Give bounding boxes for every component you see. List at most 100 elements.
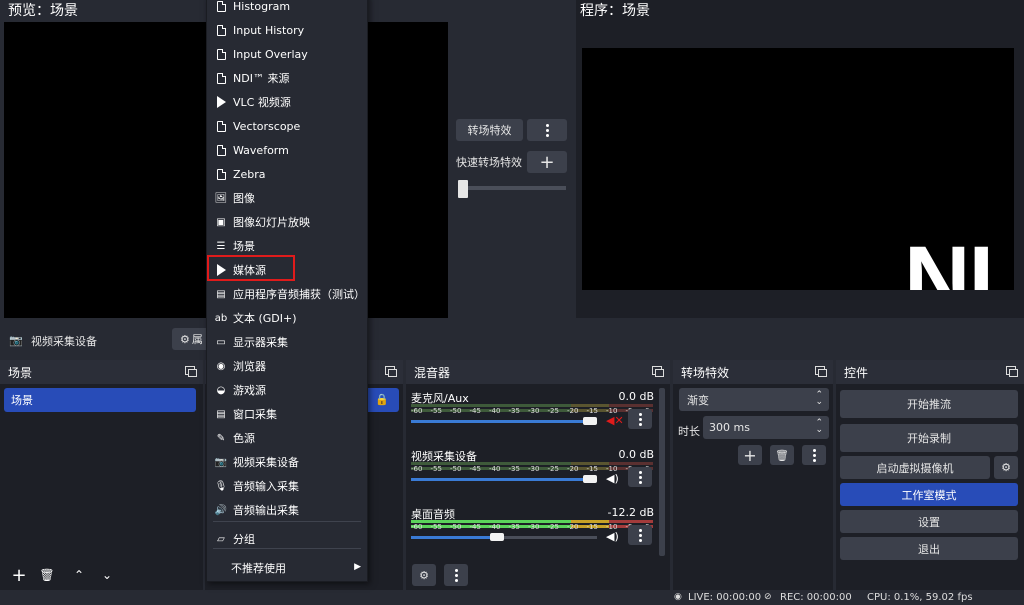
add-transition-button[interactable]: +	[738, 445, 762, 465]
speaker-icon[interactable]: ◀)	[606, 472, 619, 485]
undock-icon[interactable]	[185, 366, 197, 377]
slideshow-icon: ▣	[216, 216, 226, 228]
menu-item-label: 音频输出采集	[233, 504, 299, 517]
duration-spinbox[interactable]: 300 ms ⌃ ⌄	[703, 416, 829, 439]
menu-item[interactable]: Input Overlay	[215, 43, 308, 65]
mixer-more-button[interactable]	[444, 564, 468, 586]
start-record-button[interactable]: 开始录制	[840, 424, 1018, 452]
menu-item[interactable]: ◉ 浏览器	[215, 355, 266, 377]
scale-tick: -35	[508, 523, 520, 531]
virtual-cam-gear-icon[interactable]: ⚙	[994, 456, 1018, 479]
scenes-dock: 场景 场景 + 🗑 ⌃ ⌄	[0, 360, 203, 590]
chevron-down-icon[interactable]: ⌄	[96, 564, 118, 586]
mixer-scrollbar[interactable]	[659, 388, 665, 556]
menu-item[interactable]: VLC 视频源	[215, 91, 291, 113]
program-canvas[interactable]: NI	[582, 48, 1014, 290]
add-scene-button[interactable]: +	[8, 564, 30, 586]
tbar-handle[interactable]	[458, 180, 468, 198]
menu-item-label: 图像幻灯片放映	[233, 216, 310, 229]
menu-item[interactable]: ▱ 分组	[215, 528, 255, 550]
menu-item[interactable]: 不推荐使用	[215, 557, 286, 579]
channel-more-button[interactable]	[628, 525, 652, 545]
menu-item-label: Vectorscope	[233, 119, 301, 133]
program-title: 程序：场景	[580, 3, 650, 19]
transitions-dock: 转场特效 渐变 ⌃ ⌄ 时长 300 ms ⌃ ⌄ + 🗑	[673, 360, 833, 590]
menu-item[interactable]: 🖼 图像	[215, 187, 255, 209]
transition-select[interactable]: 渐变 ⌃ ⌄	[679, 388, 829, 411]
start-stream-button[interactable]: 开始推流	[840, 390, 1018, 418]
folder-icon: ▱	[217, 533, 225, 545]
plus-icon[interactable]: +	[527, 151, 567, 173]
speaker-icon: 🔊	[214, 504, 228, 516]
lock-icon[interactable]: 🔒	[375, 393, 389, 406]
channel-more-button[interactable]	[628, 409, 652, 429]
menu-item[interactable]: 🎙 音频输入采集	[215, 475, 299, 497]
trash-icon[interactable]: 🗑	[36, 564, 58, 586]
scale-tick: -15	[586, 465, 598, 473]
menu-item-label: 窗口采集	[233, 408, 277, 421]
undock-icon[interactable]	[815, 366, 827, 377]
speaker-icon[interactable]: ◀)	[606, 530, 619, 543]
undock-icon[interactable]	[385, 366, 397, 377]
transition-select-value: 渐变	[687, 393, 709, 407]
scale-tick: -55	[430, 407, 442, 415]
transition-more-button[interactable]	[802, 445, 826, 465]
transition-more-button[interactable]	[527, 119, 567, 141]
volume-slider-thumb[interactable]	[583, 417, 597, 425]
scale-tick: -15	[586, 523, 598, 531]
chevron-up-icon[interactable]: ⌃	[68, 564, 90, 586]
file-icon	[215, 48, 227, 60]
menu-item[interactable]: NDI™ 来源	[215, 67, 289, 89]
transition-button[interactable]: 转场特效	[456, 119, 523, 141]
menu-item[interactable]: ab 文本 (GDI+)	[215, 307, 297, 329]
menu-item[interactable]: ◒ 游戏源	[215, 379, 266, 401]
menu-item[interactable]: Input History	[215, 19, 304, 41]
virtual-cam-button[interactable]: 启动虚拟摄像机	[840, 456, 990, 479]
exit-button[interactable]: 退出	[840, 537, 1018, 560]
studio-mode-button[interactable]: 工作室模式	[840, 483, 1018, 506]
controls-dock-title: 控件	[844, 365, 869, 380]
menu-separator	[213, 548, 361, 549]
channel-more-button[interactable]	[628, 467, 652, 487]
menu-item[interactable]: ▭ 显示器采集	[215, 331, 288, 353]
undock-icon[interactable]	[1006, 366, 1018, 377]
volume-slider-thumb[interactable]	[490, 533, 504, 541]
scale-tick: -25	[547, 523, 559, 531]
undock-icon[interactable]	[652, 366, 664, 377]
menu-item[interactable]: ▤ 窗口采集	[215, 403, 277, 425]
file-icon	[215, 72, 227, 84]
menu-item[interactable]: 📷 视频采集设备	[215, 451, 299, 473]
menu-item[interactable]: Zebra	[215, 163, 266, 185]
menu-item[interactable]: ▤ 应用程序音频捕获（测试）	[215, 283, 365, 305]
menu-item[interactable]: ☰ 场景	[215, 235, 255, 257]
speaker-muted-icon[interactable]: ◀✕	[606, 414, 624, 427]
app-audio-icon: ▤	[216, 288, 226, 300]
controls-dock-header: 控件	[836, 360, 1024, 384]
volume-slider-thumb[interactable]	[583, 475, 597, 483]
menu-item[interactable]: ▣ 图像幻灯片放映	[215, 211, 310, 233]
preview-title: 预览：场景	[8, 3, 78, 19]
menu-item-label: Waveform	[233, 143, 289, 157]
scale-tick: -45	[469, 523, 481, 531]
transition-panel: 转场特效 快速转场特效 +	[448, 0, 576, 318]
menu-item[interactable]: 🔊 音频输出采集	[215, 499, 299, 521]
menu-item-label: 视频采集设备	[233, 456, 299, 469]
menu-item-label: 分组	[233, 533, 255, 546]
controls-dock: 控件 开始推流 开始录制 启动虚拟摄像机 ⚙ 工作室模式 设置 退出	[836, 360, 1024, 590]
menu-item[interactable]: ✎ 色源	[215, 427, 255, 449]
settings-button[interactable]: 设置	[840, 510, 1018, 533]
source-label: 视频采集设备	[31, 335, 97, 348]
list-icon: ☰	[216, 240, 226, 252]
menu-item-label: 不推荐使用	[231, 562, 286, 575]
scene-list-item[interactable]: 场景	[4, 388, 196, 412]
menu-item[interactable]: Waveform	[215, 139, 289, 161]
menu-item[interactable]: Histogram	[215, 0, 290, 17]
scale-tick: -60	[411, 407, 423, 415]
mixer-channel-db: 0.0 dB	[618, 390, 654, 403]
mixer-gear-icon[interactable]: ⚙	[412, 564, 436, 586]
menu-item[interactable]: Vectorscope	[215, 115, 300, 137]
microphone-icon: 🎙	[214, 480, 228, 492]
chevron-right-icon: ▶	[354, 562, 361, 572]
trash-icon[interactable]: 🗑	[770, 445, 794, 465]
scenes-dock-header: 场景	[0, 360, 203, 384]
